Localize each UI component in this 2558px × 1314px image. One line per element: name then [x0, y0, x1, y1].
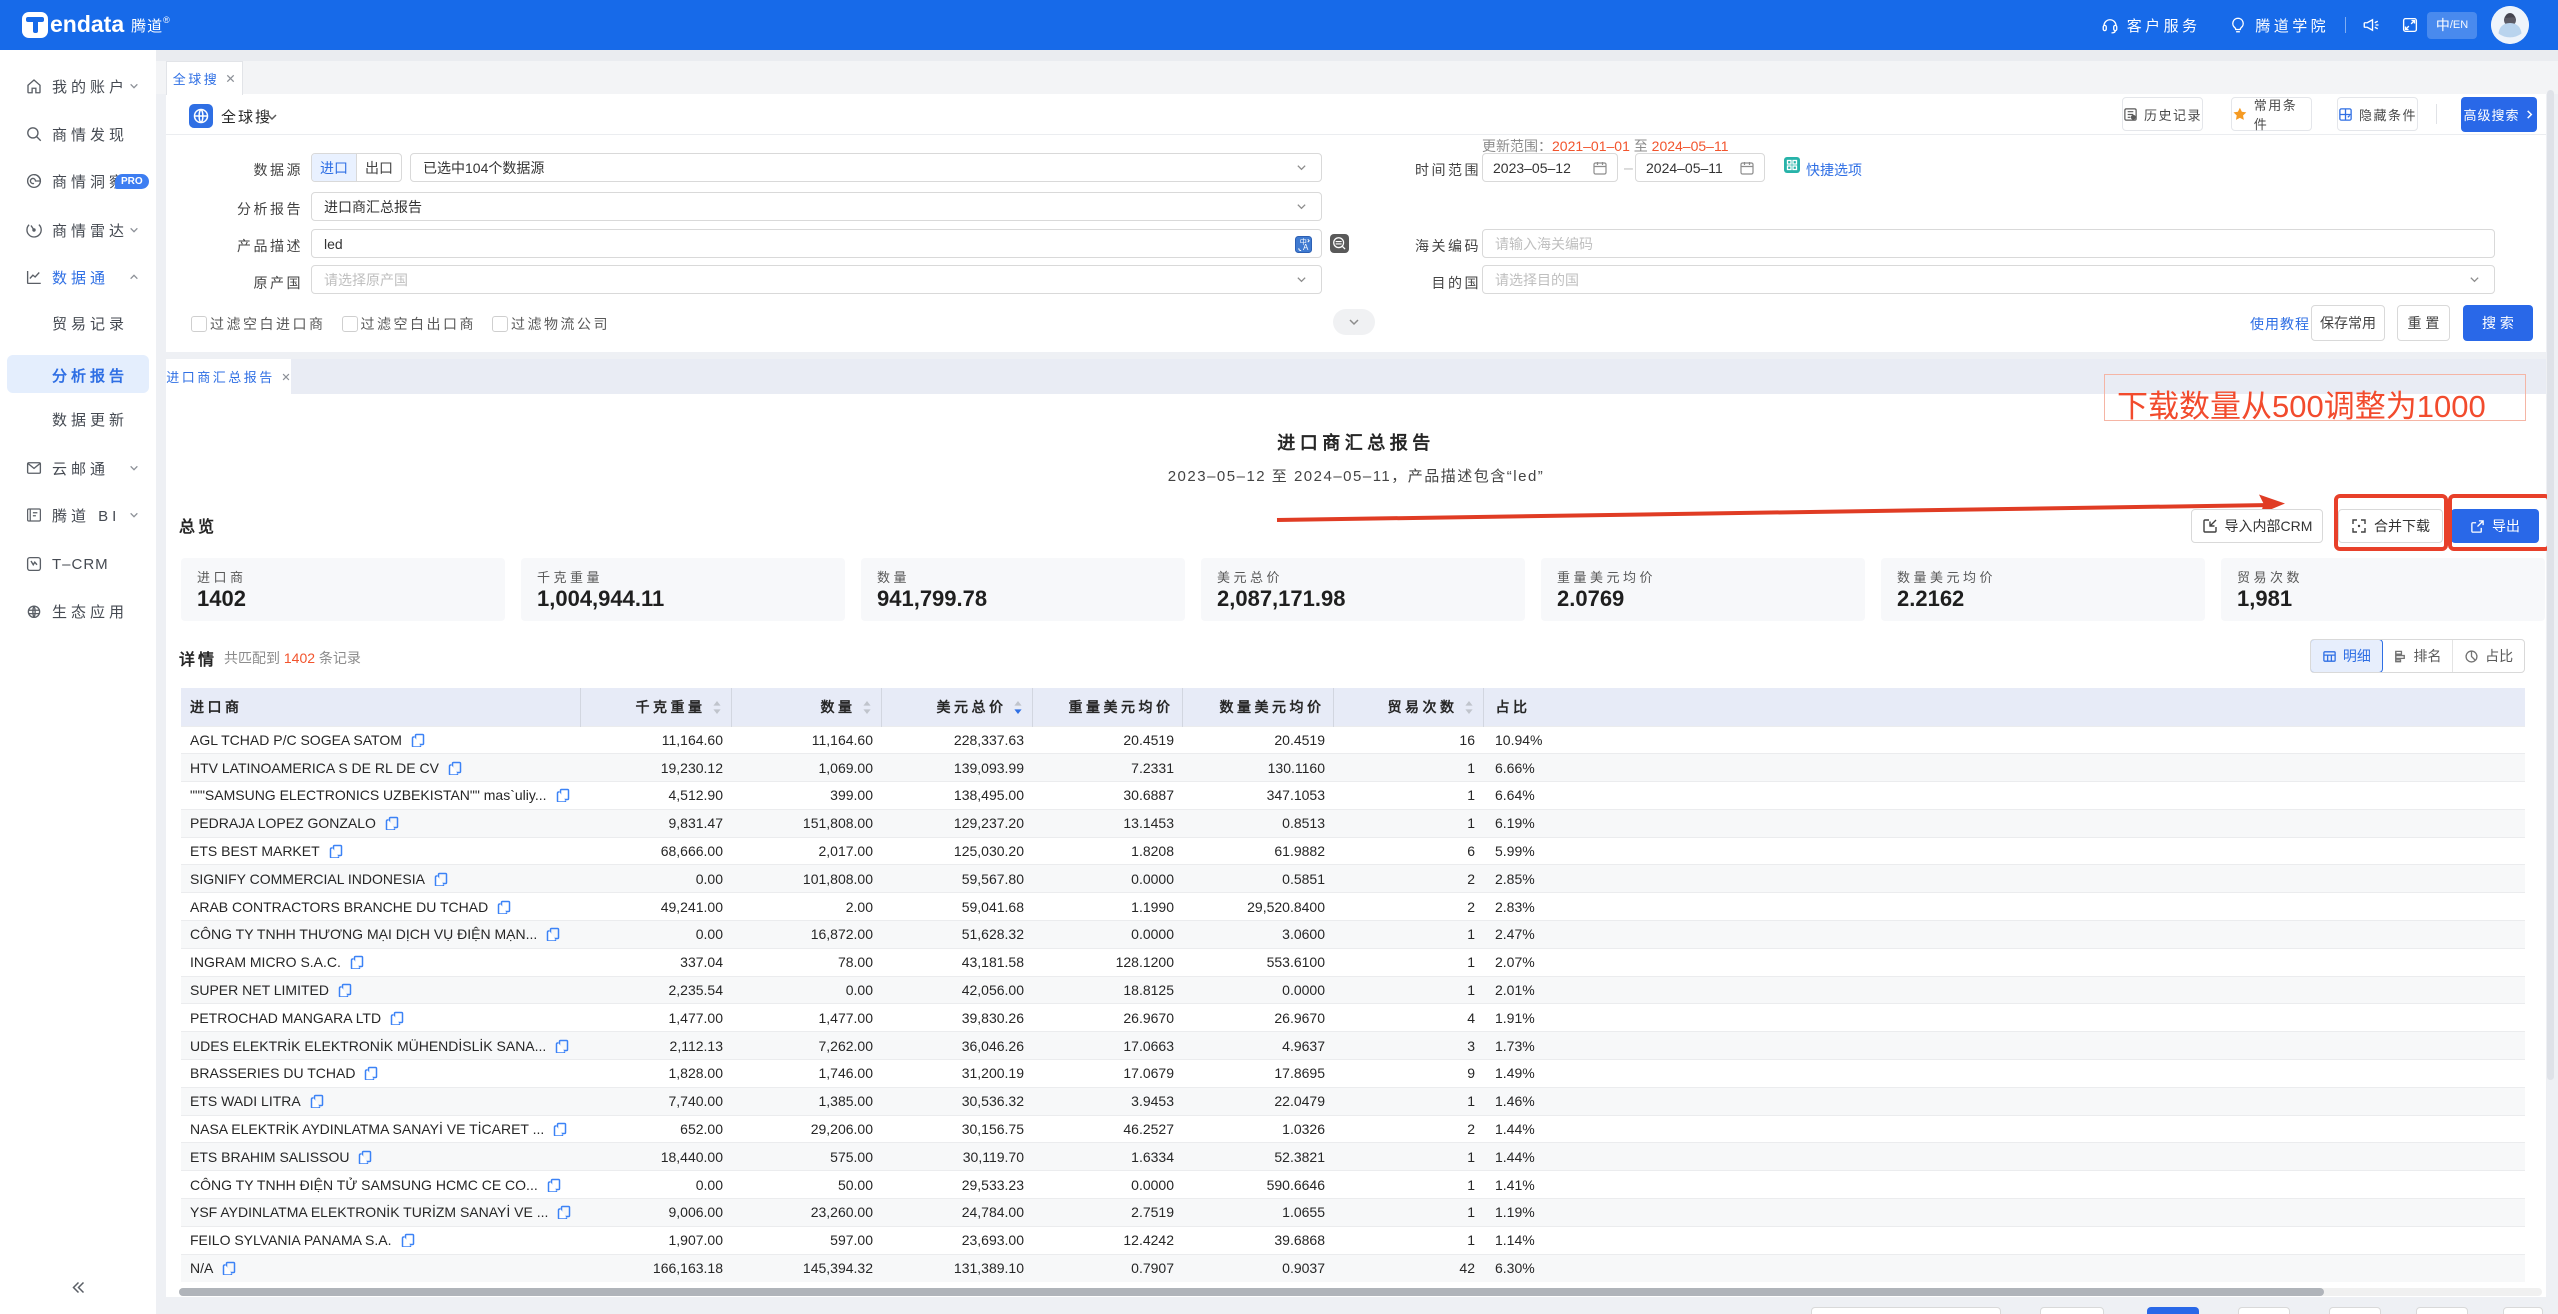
- svg-text:A: A: [1303, 243, 1309, 252]
